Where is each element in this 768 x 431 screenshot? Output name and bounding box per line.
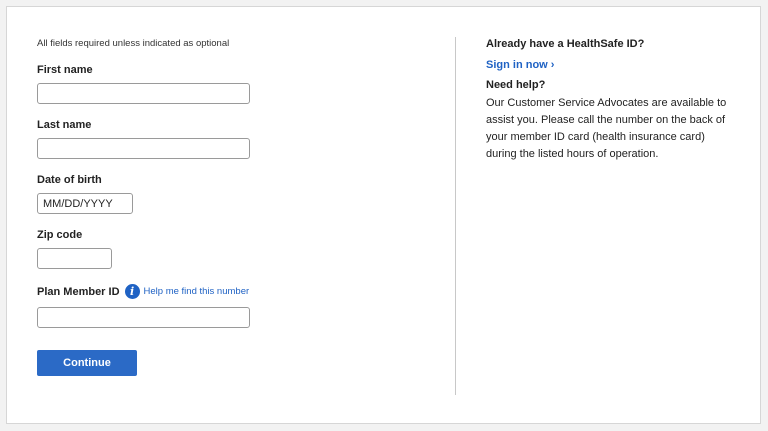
sign-in-link[interactable]: Sign in now › bbox=[486, 59, 736, 71]
zip-code-label: Zip code bbox=[37, 229, 83, 241]
member-id-label-row: Plan Member ID i Help me find this numbe… bbox=[37, 284, 249, 299]
required-fields-note: All fields required unless indicated as … bbox=[37, 38, 230, 49]
help-description: Our Customer Service Advocates are avail… bbox=[486, 97, 727, 160]
first-name-label: First name bbox=[37, 64, 93, 76]
first-name-input[interactable] bbox=[37, 83, 250, 104]
info-icon[interactable]: i bbox=[124, 284, 140, 299]
column-divider bbox=[455, 37, 456, 395]
help-find-number-link[interactable]: Help me find this number bbox=[144, 286, 250, 297]
zip-code-input[interactable] bbox=[37, 248, 112, 269]
plan-member-id-input[interactable] bbox=[37, 307, 250, 328]
continue-button[interactable]: Continue bbox=[37, 350, 137, 376]
plan-member-id-label: Plan Member ID bbox=[37, 285, 120, 298]
date-of-birth-input[interactable] bbox=[37, 193, 133, 214]
need-help-heading: Need help? bbox=[486, 79, 546, 91]
last-name-input[interactable] bbox=[37, 138, 250, 159]
last-name-label: Last name bbox=[37, 119, 92, 131]
date-of-birth-label: Date of birth bbox=[37, 174, 102, 186]
healthsafe-id-heading: Already have a HealthSafe ID? bbox=[486, 38, 645, 50]
registration-card: All fields required unless indicated as … bbox=[6, 6, 761, 424]
